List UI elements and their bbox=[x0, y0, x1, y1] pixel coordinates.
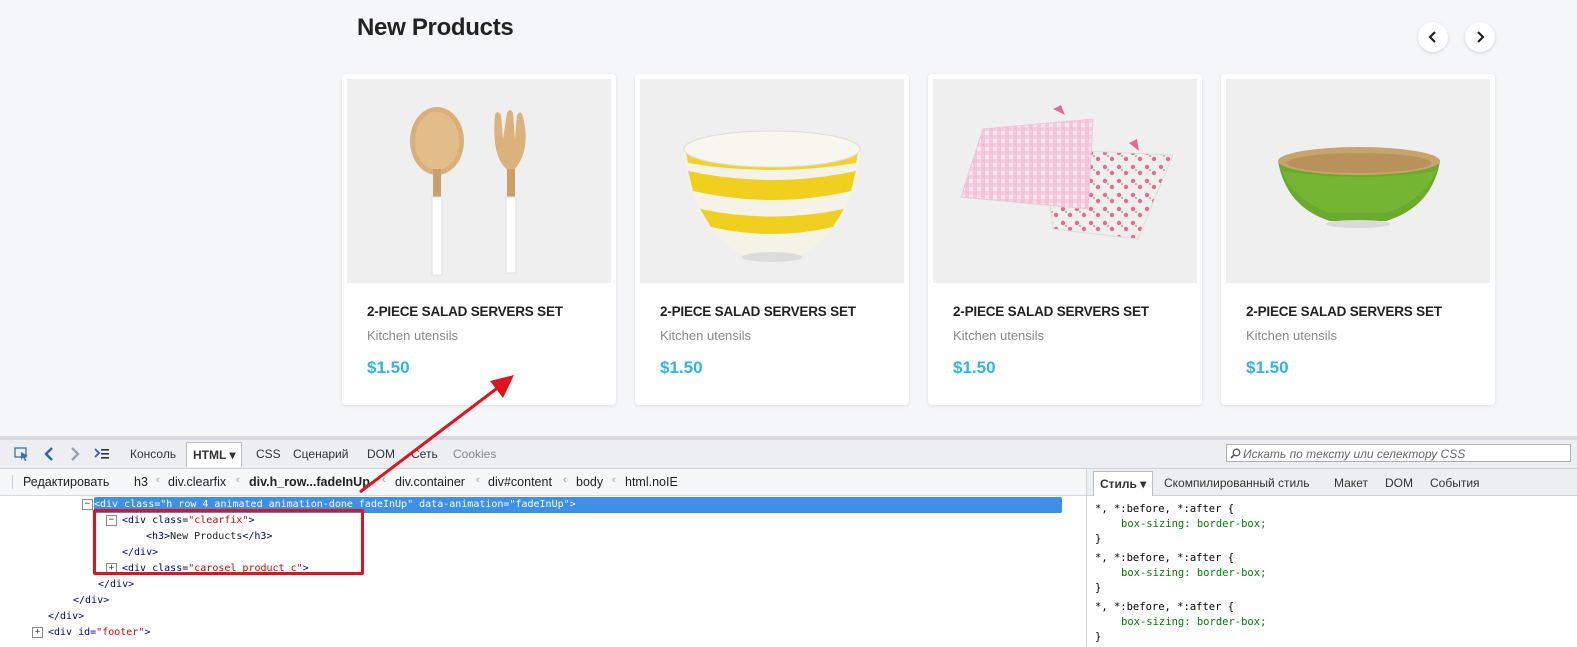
css-property[interactable]: box-sizing: border-box; bbox=[1121, 517, 1266, 532]
inspect-icon[interactable] bbox=[14, 446, 30, 462]
product-category: Kitchen utensils bbox=[1246, 328, 1338, 343]
html-node[interactable]: </div> bbox=[98, 577, 134, 593]
section-title: New Products bbox=[357, 14, 514, 41]
collapse-icon[interactable]: − bbox=[82, 499, 93, 510]
devtools-toolbar: Консоль HTML ▾ CSS Сценарий DOM Сеть Coo… bbox=[0, 440, 1577, 469]
breadcrumb-separator-icon: ‹ bbox=[382, 474, 386, 486]
product-name[interactable]: 2-PIECE SALAD SERVERS SET bbox=[1246, 304, 1442, 319]
product-card[interactable]: 2-PIECE SALAD SERVERS SET Kitchen utensi… bbox=[342, 74, 616, 405]
breadcrumb-separator-icon: ‹ bbox=[236, 474, 240, 486]
devtools-panel: Консоль HTML ▾ CSS Сценарий DOM Сеть Coo… bbox=[0, 436, 1577, 647]
back-icon[interactable] bbox=[42, 446, 58, 462]
css-rules-panel: *, *:before, *:after { box-sizing: borde… bbox=[1086, 496, 1577, 647]
tab-layout[interactable]: Макет bbox=[1334, 476, 1368, 490]
product-price: $1.50 bbox=[1246, 358, 1289, 377]
breadcrumb-separator-icon: ‹ bbox=[476, 474, 480, 486]
tab-cookies[interactable]: Cookies bbox=[453, 447, 496, 461]
product-category: Kitchen utensils bbox=[367, 328, 459, 343]
product-category: Kitchen utensils bbox=[660, 328, 752, 343]
product-page: New Products 2-PIECE SALAD SERVERS SET K… bbox=[0, 0, 1577, 436]
expand-icon[interactable]: + bbox=[106, 563, 117, 574]
breadcrumb: Редактировать h3 ‹ div.clearfix ‹ div.h_… bbox=[0, 469, 1086, 496]
html-node[interactable]: <div class="carosel product_c"> bbox=[122, 561, 309, 577]
tab-style[interactable]: Стиль ▾ bbox=[1093, 471, 1154, 496]
css-property[interactable]: box-sizing: border-box; bbox=[1121, 566, 1266, 581]
product-price: $1.50 bbox=[367, 358, 410, 377]
search-placeholder: Искать по тексту или селектору CSS bbox=[1243, 447, 1466, 461]
html-node[interactable]: </div> bbox=[122, 545, 158, 561]
product-image-yellow-striped-bowl[interactable] bbox=[640, 79, 904, 283]
css-selector[interactable]: *, *:before, *:after { bbox=[1095, 551, 1234, 566]
tab-html-label: HTML bbox=[193, 448, 227, 462]
dropdown-arrow-icon: ▾ bbox=[229, 448, 236, 462]
product-name[interactable]: 2-PIECE SALAD SERVERS SET bbox=[660, 304, 856, 319]
tab-dom[interactable]: DOM bbox=[367, 447, 395, 461]
tab-html[interactable]: HTML ▾ bbox=[186, 442, 243, 467]
breadcrumb-separator-icon: ‹ bbox=[612, 474, 616, 486]
breadcrumb-separator-icon: ‹ bbox=[563, 474, 567, 486]
css-rule-end: } bbox=[1095, 533, 1102, 545]
product-image-green-bowl[interactable] bbox=[1226, 79, 1490, 283]
css-selector[interactable]: *, *:before, *:after { bbox=[1095, 600, 1234, 615]
collapse-icon[interactable]: − bbox=[106, 515, 117, 526]
dropdown-arrow-icon: ▾ bbox=[1140, 477, 1147, 491]
html-node[interactable]: <h3>New Products</h3> bbox=[146, 529, 272, 545]
html-node-selected[interactable]: <div class="h_row_4 animated animation-d… bbox=[94, 497, 1062, 513]
devtools-search-input[interactable]: Искать по тексту или селектору CSS bbox=[1226, 444, 1571, 462]
carousel-prev-button[interactable] bbox=[1418, 22, 1448, 52]
product-card[interactable]: 2-PIECE SALAD SERVERS SET Kitchen utensi… bbox=[928, 74, 1202, 405]
product-card[interactable]: 2-PIECE SALAD SERVERS SET Kitchen utensi… bbox=[635, 74, 909, 405]
forward-icon[interactable] bbox=[66, 446, 82, 462]
breadcrumb-item[interactable]: body bbox=[576, 475, 603, 489]
expand-icon[interactable]: + bbox=[32, 627, 43, 638]
product-price: $1.50 bbox=[953, 358, 996, 377]
command-line-icon[interactable] bbox=[94, 446, 110, 462]
html-node[interactable]: </div> bbox=[73, 593, 109, 609]
tab-style-label: Стиль bbox=[1100, 477, 1137, 491]
html-node[interactable]: <div class="clearfix"> bbox=[122, 513, 254, 529]
tab-console[interactable]: Консоль bbox=[130, 447, 176, 461]
css-property[interactable]: box-sizing: border-box; bbox=[1121, 615, 1266, 630]
edit-button[interactable]: Редактировать bbox=[12, 475, 109, 489]
breadcrumb-item[interactable]: h3 bbox=[134, 475, 148, 489]
product-name[interactable]: 2-PIECE SALAD SERVERS SET bbox=[367, 304, 563, 319]
css-rule-end: } bbox=[1095, 582, 1102, 594]
breadcrumb-separator-icon: ‹ bbox=[156, 474, 160, 486]
tab-dom-side[interactable]: DOM bbox=[1385, 476, 1413, 490]
html-node[interactable]: <div id="footer"> bbox=[48, 625, 150, 641]
html-tree: − <div class="h_row_4 animated animation… bbox=[0, 496, 1086, 647]
tab-computed-style[interactable]: Скомпилированный стиль bbox=[1164, 476, 1310, 490]
product-category: Kitchen utensils bbox=[953, 328, 1045, 343]
breadcrumb-item[interactable]: div#content bbox=[488, 475, 552, 489]
product-image-salad-servers[interactable] bbox=[347, 79, 611, 283]
search-icon bbox=[1230, 448, 1241, 459]
tab-css[interactable]: CSS bbox=[256, 447, 281, 461]
breadcrumb-item[interactable]: html.noIE bbox=[625, 475, 678, 489]
tab-script[interactable]: Сценарий bbox=[293, 447, 348, 461]
breadcrumb-item[interactable]: div.container bbox=[395, 475, 465, 489]
chevron-left-icon bbox=[1428, 31, 1436, 43]
tab-network[interactable]: Сеть bbox=[411, 447, 438, 461]
carousel-next-button[interactable] bbox=[1465, 22, 1495, 52]
tab-events[interactable]: События bbox=[1430, 476, 1480, 490]
html-node[interactable]: </div> bbox=[48, 609, 84, 625]
css-selector[interactable]: *, *:before, *:after { bbox=[1095, 502, 1234, 517]
product-image-checked-towels[interactable] bbox=[933, 79, 1197, 283]
breadcrumb-item-current[interactable]: div.h_row...fadeInUp bbox=[249, 475, 370, 489]
style-tabs: Стиль ▾ Скомпилированный стиль Макет DOM… bbox=[1086, 469, 1577, 496]
product-card[interactable]: 2-PIECE SALAD SERVERS SET Kitchen utensi… bbox=[1221, 74, 1495, 405]
product-name[interactable]: 2-PIECE SALAD SERVERS SET bbox=[953, 304, 1149, 319]
product-price: $1.50 bbox=[660, 358, 703, 377]
chevron-right-icon bbox=[1477, 31, 1485, 43]
breadcrumb-item[interactable]: div.clearfix bbox=[168, 475, 226, 489]
